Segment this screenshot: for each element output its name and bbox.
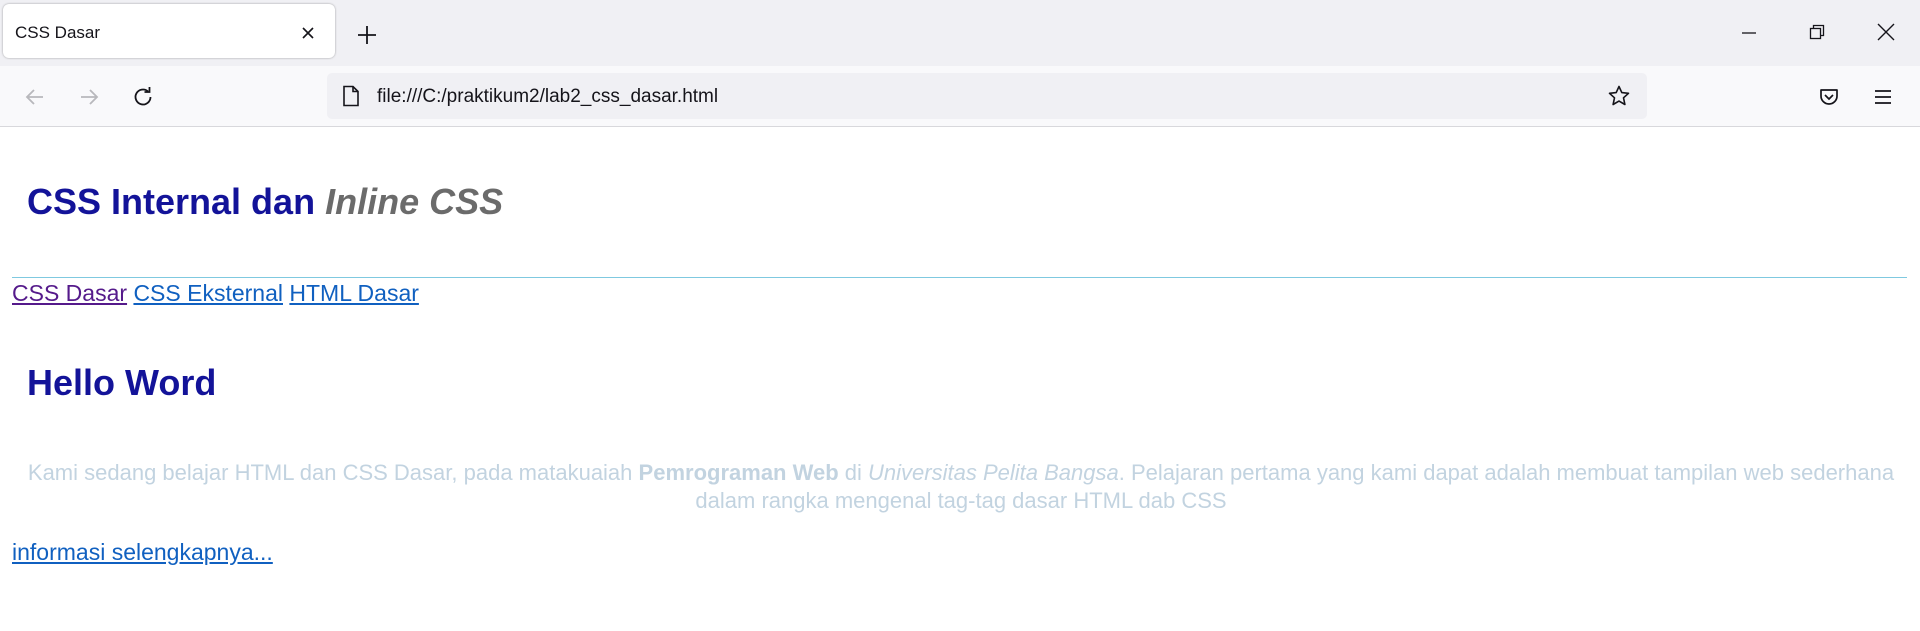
- restore-button[interactable]: [1807, 22, 1827, 42]
- plus-icon: [358, 26, 376, 44]
- arrow-left-icon: [25, 89, 43, 105]
- page-icon: [341, 85, 361, 107]
- navigation-bar: file:///C:/praktikum2/lab2_css_dasar.htm…: [0, 66, 1920, 127]
- browser-window: CSS Dasar file:///C:/praktikum2/lab2_css…: [0, 0, 1920, 631]
- url-bar[interactable]: file:///C:/praktikum2/lab2_css_dasar.htm…: [327, 73, 1647, 119]
- hamburger-menu-icon: [1875, 90, 1891, 104]
- intro-paragraph: Kami sedang belajar HTML dan CSS Dasar, …: [27, 459, 1895, 515]
- bookmark-star-button[interactable]: [1607, 84, 1631, 108]
- page-content: CSS Internal dan Inline CSS CSS Dasar CS…: [0, 127, 1920, 631]
- close-icon: [1877, 23, 1895, 41]
- new-tab-button[interactable]: [356, 24, 378, 46]
- menu-button[interactable]: [1872, 86, 1894, 108]
- more-info-link[interactable]: informasi selengkapnya...: [12, 539, 273, 566]
- arrow-right-icon: [81, 89, 99, 105]
- minimize-icon: [1742, 32, 1756, 34]
- heading-italic-text: Inline CSS: [325, 181, 504, 222]
- page-nav-links: CSS Dasar CSS Eksternal HTML Dasar: [12, 280, 419, 307]
- link-css-eksternal[interactable]: CSS Eksternal: [133, 280, 283, 306]
- paragraph-text-1: Kami sedang belajar HTML dan CSS Dasar, …: [27, 460, 633, 485]
- horizontal-rule: [12, 277, 1907, 278]
- forward-button[interactable]: [78, 86, 100, 108]
- tab-strip: CSS Dasar: [0, 0, 1920, 66]
- page-heading: CSS Internal dan Inline CSS: [27, 181, 503, 223]
- link-css-dasar[interactable]: CSS Dasar: [12, 280, 127, 306]
- heading-plain-text: CSS Internal dan: [27, 181, 316, 222]
- close-icon[interactable]: [299, 24, 317, 42]
- link-html-dasar[interactable]: HTML Dasar: [289, 280, 419, 306]
- reload-icon: [134, 87, 152, 106]
- paragraph-italic-text: Universitas Pelita Bangsa: [868, 460, 1119, 485]
- tab-title: CSS Dasar: [15, 23, 101, 42]
- pocket-button[interactable]: [1818, 86, 1840, 108]
- pocket-icon: [1820, 89, 1838, 105]
- minimize-button[interactable]: [1739, 22, 1759, 42]
- tab-css-dasar[interactable]: CSS Dasar: [3, 4, 335, 58]
- restore-icon: [1809, 24, 1825, 40]
- reload-button[interactable]: [132, 86, 154, 108]
- back-button[interactable]: [24, 86, 46, 108]
- url-text[interactable]: file:///C:/praktikum2/lab2_css_dasar.htm…: [377, 86, 718, 108]
- paragraph-bold-text: Pemrograman Web: [638, 460, 839, 485]
- section-heading: Hello Word: [27, 362, 217, 403]
- star-icon: [1608, 85, 1630, 106]
- close-window-button[interactable]: [1876, 22, 1896, 42]
- paragraph-text-2: di: [844, 460, 862, 485]
